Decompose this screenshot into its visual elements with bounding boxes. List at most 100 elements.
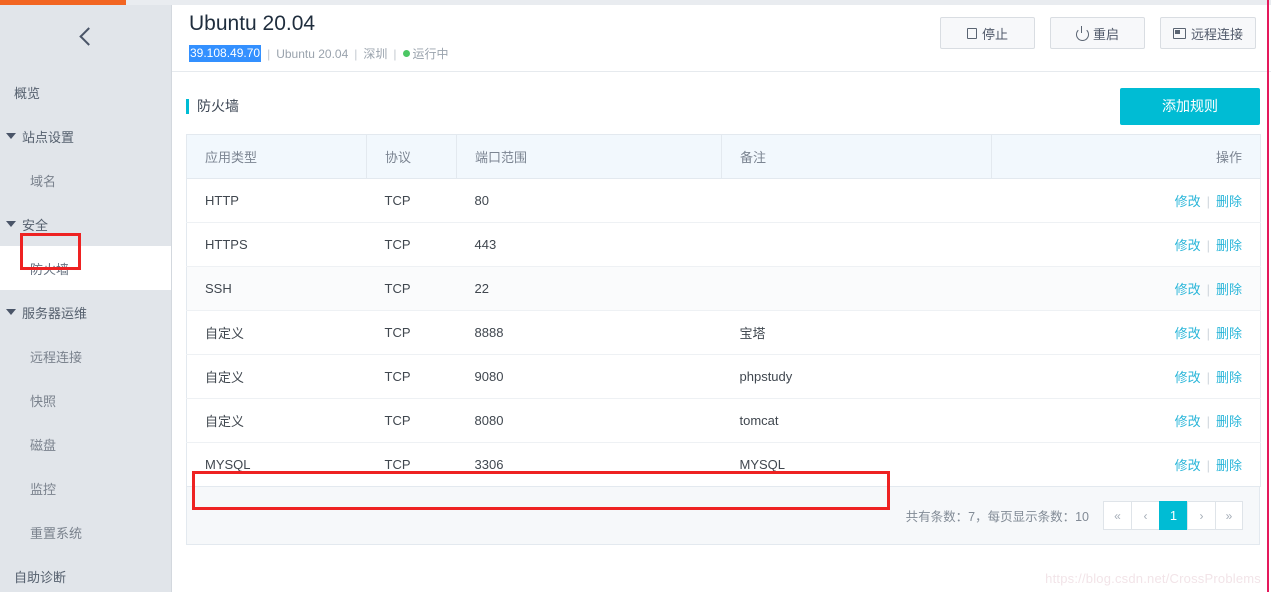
status-badge: 运行中	[402, 45, 449, 62]
stop-button[interactable]: 停止	[939, 17, 1035, 49]
rule-port: 22	[456, 266, 722, 311]
remote-connect-button[interactable]: 远程连接	[1159, 17, 1256, 49]
rule-type: HTTPS	[186, 222, 367, 267]
firewall-rules-table: 应用类型 协议 端口范围 备注 操作 HTTP TCP 80 修改 | 删除 HTTPS TC…	[186, 134, 1261, 487]
meta-separator-1: |	[267, 46, 271, 61]
edit-rule-link[interactable]: 修改	[1175, 326, 1201, 341]
rule-type: HTTP	[186, 178, 367, 223]
delete-rule-link[interactable]: 删除	[1216, 414, 1242, 429]
sidebar-item-8[interactable]: 磁盘	[0, 422, 171, 466]
edit-rule-link[interactable]: 修改	[1175, 370, 1201, 385]
sidebar-item-1[interactable]: 站点设置	[0, 114, 171, 158]
rule-protocol: TCP	[366, 222, 457, 267]
edit-rule-link[interactable]: 修改	[1175, 238, 1201, 253]
rule-type: MYSQL	[186, 442, 367, 487]
rule-port: 80	[456, 178, 722, 223]
pagination-last-button[interactable]: »	[1215, 501, 1243, 530]
rule-port: 8080	[456, 398, 722, 443]
status-label: 运行中	[412, 47, 449, 61]
watermark: https://blog.csdn.net/CrossProblems	[1045, 571, 1261, 586]
sidebar-item-3[interactable]: 安全	[0, 202, 171, 246]
restart-button-label: 重启	[1092, 26, 1119, 42]
rule-note	[721, 222, 992, 267]
meta-separator-2: |	[354, 46, 358, 61]
edit-rule-link[interactable]: 修改	[1175, 458, 1201, 473]
sidebar-item-7[interactable]: 快照	[0, 378, 171, 422]
action-separator: |	[1206, 238, 1210, 253]
restart-button[interactable]: 重启	[1049, 17, 1145, 49]
sidebar-nav: 概览站点设置域名安全防火墙服务器运维远程连接快照磁盘监控重置系统自助诊断操作记录	[0, 68, 171, 592]
pagination-page-1[interactable]: 1	[1159, 501, 1187, 530]
sidebar-item-5[interactable]: 服务器运维	[0, 290, 171, 334]
rule-note: MYSQL	[721, 442, 992, 487]
rule-note: phpstudy	[721, 354, 992, 399]
delete-rule-link[interactable]: 删除	[1216, 370, 1242, 385]
rule-note	[721, 178, 992, 223]
rule-actions: 修改 | 删除	[991, 442, 1261, 487]
rule-protocol: TCP	[366, 442, 457, 487]
caret-down-icon	[6, 309, 16, 315]
sidebar: 概览站点设置域名安全防火墙服务器运维远程连接快照磁盘监控重置系统自助诊断操作记录	[0, 5, 172, 592]
sidebar-item-6[interactable]: 远程连接	[0, 334, 171, 378]
sidebar-item-11[interactable]: 自助诊断	[0, 554, 171, 592]
chevron-left-icon	[78, 27, 98, 46]
table-row: HTTP TCP 80 修改 | 删除	[186, 178, 1261, 223]
sidebar-item-4[interactable]: 防火墙	[0, 246, 171, 290]
pagination-first-button[interactable]: «	[1103, 501, 1131, 530]
header-actions: 停止 重启 远程连接	[939, 17, 1256, 49]
pagination-controls: « ‹ 1 › »	[1103, 501, 1243, 530]
action-separator: |	[1206, 414, 1210, 429]
table-body: HTTP TCP 80 修改 | 删除 HTTPS TCP 443 修改 | 删除 SSH TCP 22 修改…	[186, 178, 1261, 487]
table-row: MYSQL TCP 3306 MYSQL 修改 | 删除	[186, 442, 1261, 487]
sidebar-item-label: 重置系统	[30, 525, 83, 541]
status-dot-icon	[402, 50, 410, 57]
edit-rule-link[interactable]: 修改	[1175, 414, 1201, 429]
sidebar-item-label: 服务器运维	[22, 305, 88, 321]
table-row: SSH TCP 22 修改 | 删除	[186, 266, 1261, 311]
rule-type: SSH	[186, 266, 367, 311]
delete-rule-link[interactable]: 删除	[1216, 326, 1242, 341]
column-header-type: 应用类型	[186, 134, 367, 179]
edit-rule-link[interactable]: 修改	[1175, 282, 1201, 297]
sidebar-item-0[interactable]: 概览	[0, 70, 171, 114]
stop-button-label: 停止	[981, 26, 1008, 42]
rule-actions: 修改 | 删除	[991, 398, 1261, 443]
rule-protocol: TCP	[366, 354, 457, 399]
sidebar-item-2[interactable]: 域名	[0, 158, 171, 202]
delete-rule-link[interactable]: 删除	[1216, 238, 1242, 253]
rule-protocol: TCP	[366, 266, 457, 311]
table-head: 应用类型 协议 端口范围 备注 操作	[186, 134, 1261, 179]
sidebar-collapse-button[interactable]	[0, 5, 171, 68]
firewall-panel: 防火墙 添加规则 应用类型 协议 端口范围 备注 操作 HTTP TCP 80 …	[186, 78, 1261, 545]
sidebar-item-label: 域名	[30, 173, 57, 189]
rule-type: 自定义	[186, 310, 367, 355]
content-area: 防火墙 添加规则 应用类型 协议 端口范围 备注 操作 HTTP TCP 80 …	[172, 72, 1271, 592]
title-accent-bar	[186, 98, 189, 114]
pagination-next-button[interactable]: ›	[1187, 501, 1215, 530]
delete-rule-link[interactable]: 删除	[1216, 282, 1242, 297]
sidebar-item-label: 站点设置	[22, 129, 75, 145]
table-header-row: 应用类型 协议 端口范围 备注 操作	[186, 134, 1261, 179]
delete-rule-link[interactable]: 删除	[1216, 194, 1242, 209]
table-row: 自定义 TCP 8080 tomcat 修改 | 删除	[186, 398, 1261, 443]
sidebar-item-9[interactable]: 监控	[0, 466, 171, 510]
add-rule-button[interactable]: 添加规则	[1120, 87, 1260, 125]
sidebar-item-10[interactable]: 重置系统	[0, 510, 171, 554]
instance-ip[interactable]: 39.108.49.70	[189, 45, 262, 62]
delete-rule-link[interactable]: 删除	[1216, 458, 1242, 473]
edit-rule-link[interactable]: 修改	[1175, 194, 1201, 209]
action-separator: |	[1206, 458, 1210, 473]
rule-note: 宝塔	[721, 310, 992, 355]
sidebar-item-label: 监控	[30, 481, 57, 497]
sidebar-item-label: 磁盘	[30, 437, 57, 453]
column-header-actions: 操作	[991, 134, 1261, 179]
rule-actions: 修改 | 删除	[991, 178, 1261, 223]
action-separator: |	[1206, 326, 1210, 341]
table-footer: 共有条数：7，每页显示条数：10 « ‹ 1 › »	[186, 487, 1260, 545]
rule-protocol: TCP	[366, 310, 457, 355]
sidebar-item-label: 快照	[30, 393, 57, 409]
rule-type: 自定义	[186, 354, 367, 399]
pagination-prev-button[interactable]: ‹	[1131, 501, 1159, 530]
panel-header: 防火墙 添加规则	[186, 78, 1260, 134]
caret-down-icon	[6, 133, 16, 139]
